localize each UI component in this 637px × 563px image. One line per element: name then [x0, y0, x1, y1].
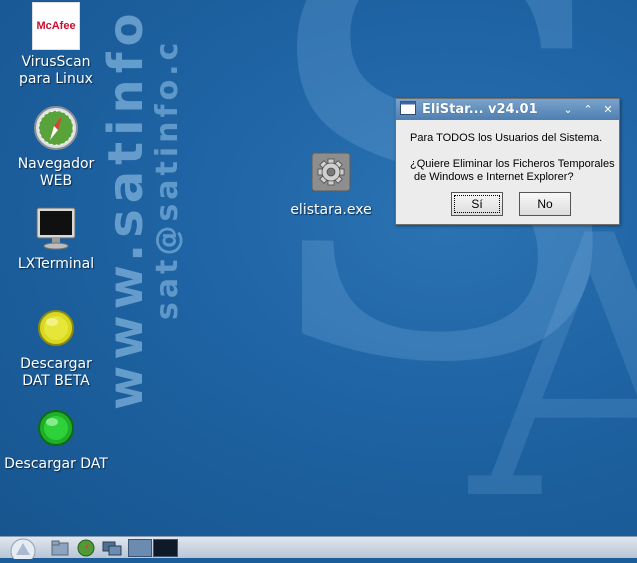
dialog-message-line2: ¿Quiere Eliminar los Ficheros Temporales	[410, 158, 615, 170]
file-manager-icon[interactable]	[50, 539, 70, 557]
icon-label: Descargar	[20, 356, 92, 372]
elistara-dialog[interactable]: EliStar... v24.01 ⌄ ⌃ ✕ Para TODOS los U…	[395, 98, 620, 225]
yellow-dot-icon	[32, 304, 80, 352]
icon-label: Navegador	[17, 156, 95, 172]
window-icon	[400, 100, 416, 119]
browser-icon[interactable]	[76, 539, 96, 557]
desktop-icon-lxterminal[interactable]: LXTerminal	[1, 204, 111, 273]
icon-label: elistara.exe	[290, 202, 372, 218]
desktop-icon-elistara[interactable]: elistara.exe	[276, 150, 386, 219]
desktop[interactable]: S A www.satinfo sat@satinfo.c McAfee Vir…	[0, 0, 637, 536]
icon-label: Descargar DAT	[4, 456, 108, 472]
close-icon[interactable]: ✕	[601, 103, 615, 117]
show-desktop-icon[interactable]	[101, 539, 123, 557]
icon-label: LXTerminal	[17, 256, 95, 272]
chevron-down-icon[interactable]: ⌄	[561, 103, 575, 117]
compass-icon	[32, 104, 80, 152]
dialog-message-line3: de Windows e Internet Explorer?	[414, 171, 574, 183]
desktop-icon-navegador[interactable]: Navegador WEB	[1, 104, 111, 190]
desktop-icon-descargar-dat[interactable]: Descargar DAT	[1, 404, 111, 473]
workspace-2[interactable]	[153, 539, 178, 557]
workspace-1[interactable]	[128, 539, 152, 557]
no-button[interactable]: No	[519, 192, 571, 216]
dialog-titlebar[interactable]: EliStar... v24.01 ⌄ ⌃ ✕	[396, 99, 619, 120]
dialog-title: EliStar... v24.01	[422, 102, 538, 117]
start-menu-icon[interactable]	[8, 537, 38, 563]
yes-button[interactable]: Sí	[451, 192, 503, 216]
dialog-message-line1: Para TODOS los Usuarios del Sistema.	[410, 132, 603, 144]
icon-label: para Linux	[19, 71, 93, 87]
icon-label: VirusScan	[21, 54, 91, 70]
chevron-up-icon[interactable]: ⌃	[581, 103, 595, 117]
wallpaper-text-email: sat@satinfo.c	[150, 38, 185, 320]
mcafee-logo-icon: McAfee	[32, 2, 80, 50]
desktop-icon-virusscan[interactable]: McAfee VirusScan para Linux	[1, 2, 111, 88]
desktop-icon-descargar-dat-beta[interactable]: Descargar DAT BETA	[1, 304, 111, 390]
gear-icon	[307, 150, 355, 198]
monitor-icon	[32, 204, 80, 252]
green-dot-icon	[32, 404, 80, 452]
wallpaper-letter-a: A	[470, 160, 637, 537]
taskbar	[0, 536, 637, 563]
icon-label: DAT BETA	[22, 373, 90, 389]
icon-label: WEB	[39, 173, 73, 189]
